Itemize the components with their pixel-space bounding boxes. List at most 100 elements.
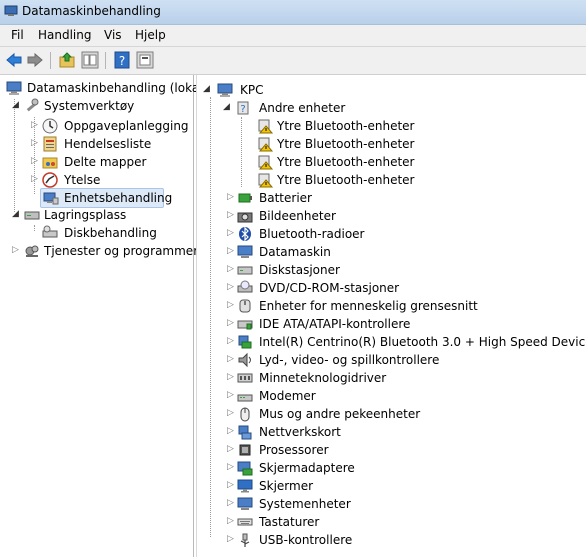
expanded-arrow-icon[interactable]: ◢ [12,101,20,110]
back-arrow-icon[interactable] [5,51,23,69]
device-category-tastaturer[interactable]: ▷ Tastaturer [227,513,583,531]
tree-item-label: Systemverktøy [44,99,135,113]
collapsed-arrow-icon[interactable]: ▷ [227,301,235,310]
device-category-label: Minneteknologidriver [259,371,387,385]
expanded-arrow-icon[interactable]: ◢ [203,85,211,94]
collapsed-arrow-icon[interactable]: ▷ [227,193,235,202]
device-category-modemer[interactable]: ▷ Modemer [227,387,583,405]
collapsed-arrow-icon[interactable]: ▷ [227,499,235,508]
menu-view[interactable]: Vis [101,28,125,42]
device-category-diskstasjoner[interactable]: ▷ Diskstasjoner [227,261,583,279]
forward-arrow-icon[interactable] [26,51,44,69]
show-hide-tree-icon[interactable] [81,51,99,69]
device-item-bluetooth-2[interactable]: Ytre Bluetooth-enheter [255,135,575,153]
device-root-kpc[interactable]: ◢ KPC [203,81,583,99]
expanded-arrow-icon[interactable]: ◢ [223,103,231,112]
unknown-device-icon: ? [237,101,249,115]
collapsed-arrow-icon[interactable]: ▷ [12,246,20,255]
device-category-hid[interactable]: ▷ Enheter for menneskelig grensesnitt [227,297,583,315]
device-category-bluetooth-radioer[interactable]: ▷ Bluetooth-radioer [227,225,583,243]
warning-device-icon [258,137,273,152]
collapsed-arrow-icon[interactable]: ▷ [227,355,235,364]
device-item-bluetooth-4[interactable]: Ytre Bluetooth-enheter [255,171,575,189]
tree-item-delte-mapper[interactable]: ▷ Delte mapper [4,153,190,171]
device-category-mus[interactable]: ▷ Mus og andre pekeenheter [227,405,583,423]
shared-folder-icon [42,157,58,169]
device-category-prosessorer[interactable]: ▷ Prosessorer [227,441,583,459]
collapsed-arrow-icon[interactable]: ▷ [227,283,235,292]
collapsed-arrow-icon[interactable]: ▷ [227,229,235,238]
device-category-label: Nettverkskort [259,425,341,439]
device-item-bluetooth-1[interactable]: Ytre Bluetooth-enheter [255,117,575,135]
help-icon[interactable]: ? [113,51,131,69]
menu-help[interactable]: Hjelp [132,28,169,42]
tree-item-enhetsbehandling[interactable]: Enhetsbehandling [40,188,172,208]
device-category-label: Mus og andre pekeenheter [259,407,421,421]
expanded-arrow-icon[interactable]: ◢ [12,210,20,219]
title-bar: Datamaskinbehandling [0,0,586,25]
collapsed-arrow-icon[interactable]: ▷ [227,247,235,256]
collapsed-arrow-icon[interactable]: ▷ [31,157,39,166]
tree-item-ytelse[interactable]: ▷ Ytelse [4,171,190,189]
menu-bar: Fil Handling Vis Hjelp [0,25,586,47]
menu-file[interactable]: Fil [8,28,27,42]
tree-item-label: Enhetsbehandling [64,191,173,205]
collapsed-arrow-icon[interactable]: ▷ [227,517,235,526]
tree-item-label: Oppgaveplanlegging [64,119,189,133]
device-category-minneteknologi[interactable]: ▷ Minneteknologidriver [227,369,583,387]
device-category-bildeenheter[interactable]: ▷ Bildeenheter [227,207,583,225]
device-category-usb[interactable]: ▷ USB-kontrollere [227,531,583,549]
processor-icon [239,444,251,456]
device-category-nettverkskort[interactable]: ▷ Nettverkskort [227,423,583,441]
device-group-label: Andre enheter [259,101,346,115]
menu-action[interactable]: Handling [35,28,95,42]
device-category-skjermer[interactable]: ▷ Skjermer [227,477,583,495]
up-folder-icon[interactable] [58,51,76,69]
clock-icon [42,118,58,134]
collapsed-arrow-icon[interactable]: ▷ [31,121,39,130]
window-title: Datamaskinbehandling [22,4,161,18]
event-viewer-icon [43,136,57,152]
device-category-intel-bluetooth[interactable]: ▷ Intel(R) Centrino(R) Bluetooth 3.0 + H… [227,333,586,351]
device-category-datamaskin[interactable]: ▷ Datamaskin [227,243,583,261]
device-category-systemenheter[interactable]: ▷ Systemenheter [227,495,583,513]
tree-item-label: Diskbehandling [64,226,157,240]
device-category-dvd[interactable]: ▷ DVD/CD-ROM-stasjoner [227,279,583,297]
device-category-label: IDE ATA/ATAPI-kontrollere [259,317,411,331]
tree-item-hendelsesliste[interactable]: ▷ Hendelsesliste [4,135,190,153]
ide-controller-icon [237,320,253,330]
tree-item-lagringsplass[interactable]: ◢ Lagringsplass [4,206,190,224]
device-category-lyd[interactable]: ▷ Lyd-, video- og spillkontrollere [227,351,583,369]
properties-icon[interactable] [136,51,154,69]
tree-item-systemverktoy[interactable]: ◢ Systemverktøy [4,97,190,115]
tree-item-tjenester[interactable]: ▷ Tjenester og programmer [4,242,198,260]
collapsed-arrow-icon[interactable]: ▷ [227,211,235,220]
tree-item-diskbehandling[interactable]: Diskbehandling [4,224,190,242]
collapsed-arrow-icon[interactable]: ▷ [227,337,235,346]
collapsed-arrow-icon[interactable]: ▷ [227,445,235,454]
svg-text:?: ? [240,104,245,115]
hid-icon [239,299,251,313]
computer-management-icon [4,5,18,16]
collapsed-arrow-icon[interactable]: ▷ [227,409,235,418]
device-category-ide-ata[interactable]: ▷ IDE ATA/ATAPI-kontrollere [227,315,583,333]
collapsed-arrow-icon[interactable]: ▷ [227,427,235,436]
collapsed-arrow-icon[interactable]: ▷ [227,481,235,490]
collapsed-arrow-icon[interactable]: ▷ [227,319,235,328]
tree-root[interactable]: Datamaskinbehandling (lokal) [4,79,207,97]
device-item-label: Ytre Bluetooth-enheter [277,155,415,169]
collapsed-arrow-icon[interactable]: ▷ [227,535,235,544]
tree-item-oppgaveplanlegging[interactable]: ▷ Oppgaveplanlegging [4,117,190,135]
collapsed-arrow-icon[interactable]: ▷ [227,373,235,382]
mouse-icon [240,407,250,422]
collapsed-arrow-icon[interactable]: ▷ [31,175,39,184]
device-item-bluetooth-3[interactable]: Ytre Bluetooth-enheter [255,153,575,171]
tree-item-label: Tjenester og programmer [44,244,199,258]
collapsed-arrow-icon[interactable]: ▷ [227,463,235,472]
device-category-skjermadaptere[interactable]: ▷ Skjermadaptere [227,459,583,477]
collapsed-arrow-icon[interactable]: ▷ [31,139,39,148]
collapsed-arrow-icon[interactable]: ▷ [227,265,235,274]
collapsed-arrow-icon[interactable]: ▷ [227,391,235,400]
device-category-batterier[interactable]: ▷ Batterier [227,189,583,207]
device-group-andre-enheter[interactable]: ◢ ? Andre enheter [223,99,583,117]
